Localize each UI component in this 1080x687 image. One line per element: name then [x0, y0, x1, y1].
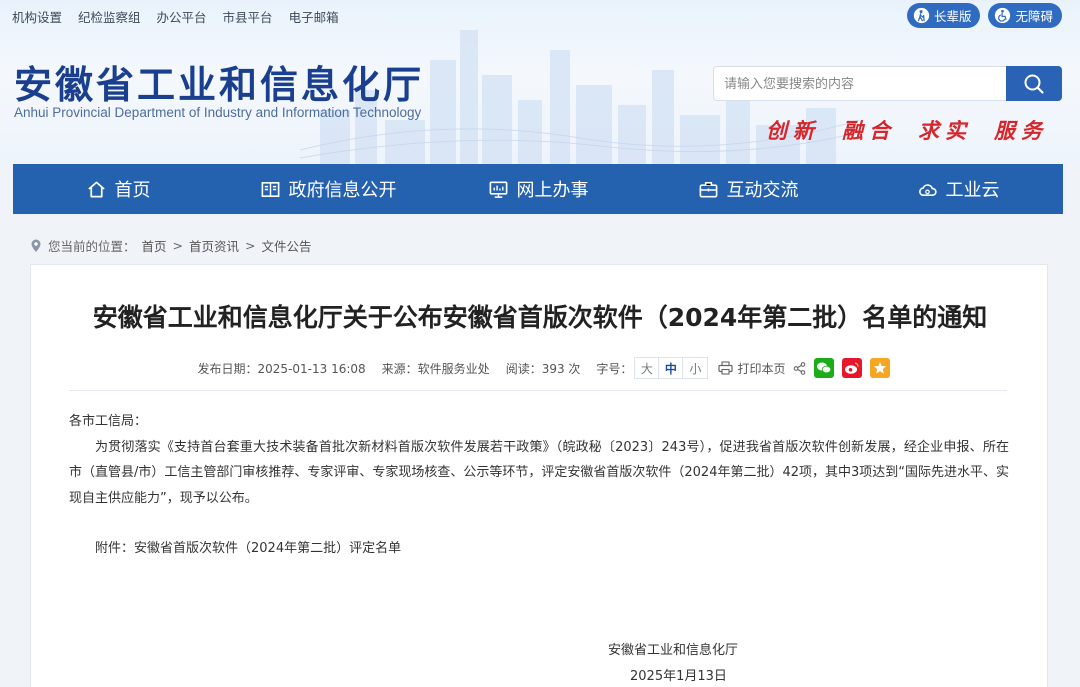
- nav-item-interaction[interactable]: 互动交流: [643, 164, 853, 214]
- wechat-icon: [817, 362, 832, 374]
- wheelchair-icon: [995, 7, 1011, 24]
- breadcrumb-news[interactable]: 首页资讯: [189, 236, 239, 255]
- search-button[interactable]: [1006, 66, 1062, 101]
- top-link-city[interactable]: 市县平台: [223, 7, 273, 26]
- slogan-word: 融合: [842, 118, 896, 143]
- slogan: 创新 融合 求实 服务: [766, 115, 1048, 145]
- article-meta: 发布日期：2025-01-13 16:08 来源：软件服务业处 阅读：393 次…: [31, 357, 1049, 379]
- share-bar: [793, 358, 891, 378]
- top-link-discipline[interactable]: 纪检监察组: [78, 7, 141, 26]
- nav-label: 首页: [114, 180, 151, 201]
- location-pin-icon: [31, 239, 41, 252]
- share-qzone-button[interactable]: [870, 358, 891, 378]
- nav-item-gov-info[interactable]: 政府信息公开: [223, 164, 433, 214]
- breadcrumb-notices[interactable]: 文件公告: [262, 236, 312, 255]
- weibo-icon: [845, 362, 860, 374]
- top-link-email[interactable]: 电子邮箱: [289, 7, 339, 26]
- main-nav: 首页 政府信息公开 网上办事 互动交流 工业云: [13, 164, 1063, 214]
- nav-item-industry-cloud[interactable]: 工业云: [853, 164, 1063, 214]
- font-size-switcher: 大 中 小: [634, 357, 709, 379]
- article-title: 安徽省工业和信息化厅关于公布安徽省首版次软件（2024年第二批）名单的通知: [92, 303, 988, 332]
- site-subtitle: Anhui Provincial Department of Industry …: [14, 105, 422, 120]
- elder-mode-button[interactable]: 长辈版: [906, 3, 981, 28]
- breadcrumb-prefix: 您当前的位置：: [48, 239, 136, 254]
- breadcrumb-separator: >: [245, 238, 256, 253]
- home-icon: [87, 180, 105, 198]
- body-paragraph: 为贯彻落实《支持首台套重大技术装备首批次新材料首版次软件发展若干政策》（皖政秘〔…: [69, 439, 1010, 506]
- top-links: 机构设置 纪检监察组 办公平台 市县平台 电子邮箱: [12, 7, 339, 26]
- signature-org: 安徽省工业和信息化厅: [608, 643, 739, 658]
- share-icon: [794, 361, 806, 375]
- accessibility-label: 无障碍: [1015, 9, 1053, 24]
- signature-date: 2025年1月13日: [630, 669, 727, 684]
- nav-label: 工业云: [945, 180, 1000, 201]
- mode-switches: 长辈版 无障碍: [906, 3, 1062, 28]
- site-header: 机构设置 纪检监察组 办公平台 市县平台 电子邮箱 长辈版 无障碍 安徽省工业和…: [0, 0, 1080, 164]
- publish-date: 发布日期：2025-01-13 16:08: [197, 361, 366, 376]
- accessibility-button[interactable]: 无障碍: [988, 3, 1062, 28]
- share-wechat-button[interactable]: [814, 358, 835, 378]
- search-icon: [1024, 74, 1044, 94]
- nav-label: 互动交流: [726, 180, 799, 201]
- slogan-word: 服务: [994, 118, 1048, 143]
- slogan-word: 创新: [766, 118, 820, 143]
- print-button[interactable]: 打印本页: [718, 360, 785, 377]
- star-icon: [874, 362, 887, 374]
- font-size-large[interactable]: 大: [635, 358, 660, 378]
- search-input[interactable]: [713, 66, 1006, 101]
- article-body: 各市工信局： 为贯彻落实《支持首台套重大技术装备首批次新材料首版次软件发展若干政…: [69, 409, 1009, 511]
- salutation: 各市工信局：: [69, 414, 148, 429]
- print-label: 打印本页: [737, 361, 786, 376]
- article-card: 安徽省工业和信息化厅关于公布安徽省首版次软件（2024年第二批）名单的通知 发布…: [30, 264, 1048, 687]
- cloud-icon: [918, 183, 937, 196]
- breadcrumb-separator: >: [172, 238, 184, 253]
- slogan-word: 求实: [918, 118, 972, 143]
- top-link-org[interactable]: 机构设置: [12, 7, 62, 26]
- nav-item-home[interactable]: 首页: [13, 164, 223, 214]
- monitor-icon: [489, 181, 507, 198]
- breadcrumb-home[interactable]: 首页: [142, 236, 167, 255]
- briefcase-icon: [699, 181, 717, 197]
- nav-item-online-service[interactable]: 网上办事: [433, 164, 643, 214]
- font-size-medium[interactable]: 中: [659, 358, 684, 378]
- breadcrumb: 您当前的位置： 首页 > 首页资讯 > 文件公告: [30, 236, 312, 255]
- view-count: 阅读：393 次: [505, 361, 581, 376]
- nav-label: 政府信息公开: [288, 180, 397, 201]
- share-weibo-button[interactable]: [842, 358, 863, 378]
- printer-icon: [718, 361, 734, 375]
- font-size-small[interactable]: 小: [683, 358, 707, 378]
- search-bar: [713, 66, 1062, 101]
- site-title: 安徽省工业和信息化厅: [14, 63, 425, 107]
- book-icon: [261, 181, 279, 197]
- nav-label: 网上办事: [516, 180, 589, 201]
- top-link-office[interactable]: 办公平台: [157, 7, 207, 26]
- meta-divider: [69, 390, 1007, 391]
- article-source: 来源：软件服务业处: [381, 361, 490, 376]
- elder-person-icon: [913, 7, 930, 24]
- attachment-line: 附件：安徽省首版次软件（2024年第二批）评定名单: [95, 541, 402, 556]
- font-size-label: 字号：: [596, 361, 633, 376]
- elder-mode-label: 长辈版: [933, 9, 972, 24]
